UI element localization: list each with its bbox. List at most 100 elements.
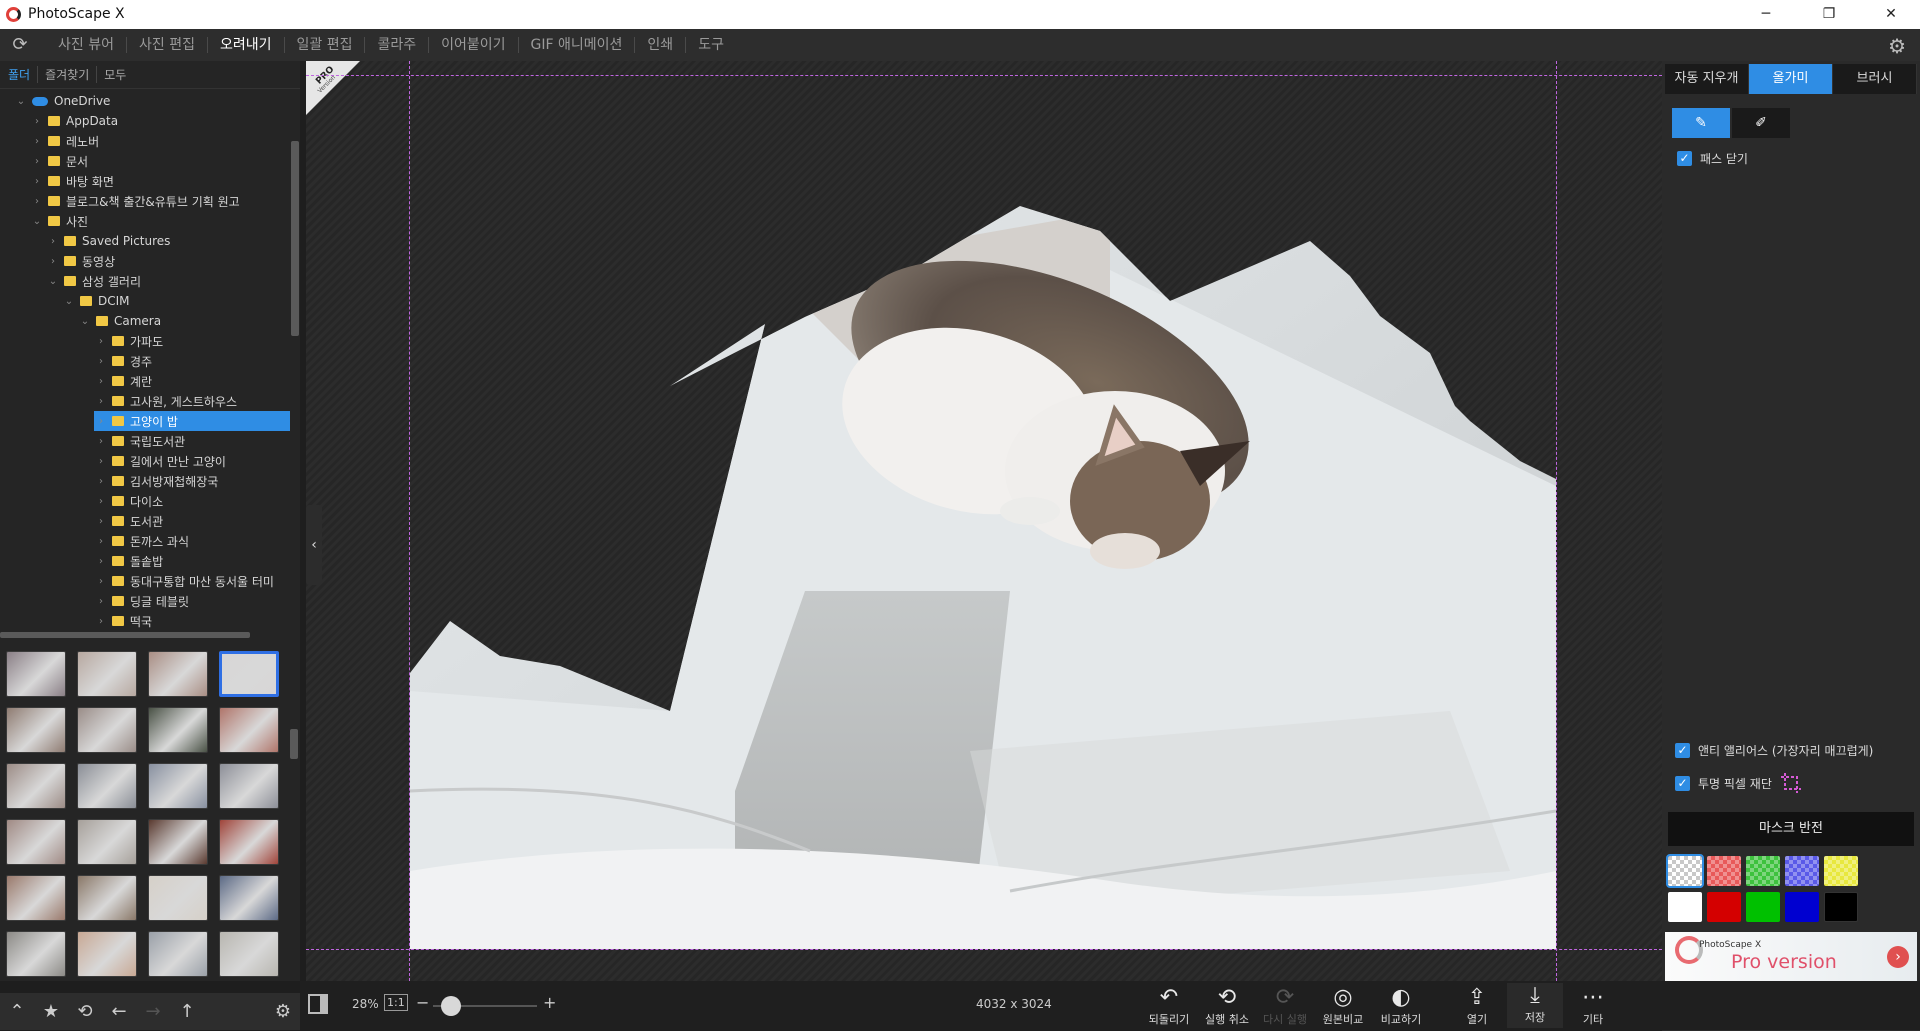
tree-node[interactable]: › 돌솥밥: [0, 551, 290, 571]
minimize-button[interactable]: ─: [1743, 0, 1789, 29]
photo-thumbnail[interactable]: [77, 763, 137, 809]
actual-size-button[interactable]: 1:1: [384, 994, 408, 1011]
action-button[interactable]: ↶ 되돌리기: [1141, 985, 1197, 1027]
chevron-right-icon[interactable]: ›: [30, 156, 44, 167]
photo-thumbnail[interactable]: [77, 707, 137, 753]
photo-thumbnail[interactable]: [219, 819, 279, 865]
chevron-right-icon[interactable]: ›: [94, 496, 108, 507]
menu-tab[interactable]: 오려내기: [208, 37, 285, 53]
chevron-right-icon[interactable]: ›: [30, 136, 44, 147]
favorite-star-icon[interactable]: ★: [34, 1001, 68, 1022]
chevron-right-icon[interactable]: ›: [94, 536, 108, 547]
background-swatch[interactable]: [1707, 856, 1741, 886]
tree-node[interactable]: › 길에서 만난 고양이: [0, 451, 290, 471]
photo-thumbnail[interactable]: [219, 875, 279, 921]
photo-thumbnail[interactable]: [148, 707, 208, 753]
photo-thumbnail[interactable]: [77, 875, 137, 921]
tree-vertical-scrollbar[interactable]: [291, 141, 299, 336]
menu-tab[interactable]: 이어붙이기: [429, 37, 519, 53]
tree-node[interactable]: ⌄ 사진: [0, 211, 290, 231]
tree-node[interactable]: › 다이소: [0, 491, 290, 511]
background-swatch[interactable]: [1824, 892, 1858, 922]
chevron-right-icon[interactable]: ›: [94, 356, 108, 367]
menu-tab[interactable]: 사진 뷰어: [46, 37, 127, 53]
tree-node[interactable]: › 김서방재첩해장국: [0, 471, 290, 491]
home-icon[interactable]: ⟳: [8, 34, 32, 56]
photo-thumbnail[interactable]: [6, 819, 66, 865]
tree-node[interactable]: ⌄ 삼성 갤러리: [0, 271, 290, 291]
menu-tab[interactable]: GIF 애니메이션: [519, 37, 636, 53]
brush-add-icon[interactable]: ✎: [1672, 108, 1730, 138]
tree-node[interactable]: › AppData: [0, 111, 290, 131]
chevron-down-icon[interactable]: ⌄: [62, 296, 76, 307]
photo-thumbnail[interactable]: [6, 875, 66, 921]
chevron-right-icon[interactable]: ›: [94, 336, 108, 347]
chevron-right-icon[interactable]: ›: [94, 476, 108, 487]
menu-tab[interactable]: 콜라주: [365, 37, 430, 53]
cutout-photo[interactable]: [410, 91, 1556, 949]
photo-thumbnail[interactable]: [148, 931, 208, 977]
zoom-out-icon[interactable]: −: [416, 993, 429, 1012]
photo-thumbnail[interactable]: [77, 819, 137, 865]
menu-tab[interactable]: 일괄 편집: [285, 37, 366, 53]
background-swatch[interactable]: [1746, 892, 1780, 922]
back-arrow-icon[interactable]: ←: [102, 1001, 136, 1022]
action-button[interactable]: ◎ 원본비교: [1315, 985, 1371, 1027]
chevron-right-icon[interactable]: ›: [30, 176, 44, 187]
menu-tab[interactable]: 인쇄: [635, 37, 687, 53]
chevron-right-icon[interactable]: ›: [30, 116, 44, 127]
background-swatch[interactable]: [1824, 856, 1858, 886]
tree-node[interactable]: ⌄ OneDrive: [0, 91, 290, 111]
chevron-right-icon[interactable]: ›: [94, 456, 108, 467]
tree-node[interactable]: ⌄ Camera: [0, 311, 290, 331]
tree-node[interactable]: › 경주: [0, 351, 290, 371]
thumbnail-scrollbar[interactable]: [290, 729, 298, 759]
tree-node[interactable]: › 국립도서관: [0, 431, 290, 451]
chevron-down-icon[interactable]: ⌄: [78, 316, 92, 327]
brush-erase-icon[interactable]: ✐: [1732, 108, 1790, 138]
photo-thumbnail[interactable]: [219, 763, 279, 809]
chevron-right-icon[interactable]: ›: [94, 576, 108, 587]
mode-tab[interactable]: 올가미: [1749, 64, 1833, 94]
trim-transparent-checkbox[interactable]: ✓ 투명 픽셀 재단: [1675, 772, 1802, 794]
edit-canvas[interactable]: PRO Version: [306, 61, 1662, 981]
pro-version-banner[interactable]: PhotoScape X Pro version ›: [1665, 932, 1917, 982]
background-swatch[interactable]: [1707, 892, 1741, 922]
chevron-right-icon[interactable]: ›: [94, 436, 108, 447]
chevron-right-icon[interactable]: ›: [30, 196, 44, 207]
chevron-right-icon[interactable]: ›: [46, 236, 60, 247]
action-button[interactable]: ◐ 비교하기: [1373, 985, 1429, 1027]
photo-thumbnail[interactable]: [148, 763, 208, 809]
chevron-right-icon[interactable]: ›: [94, 416, 108, 427]
menu-tab[interactable]: 사진 편집: [127, 37, 208, 53]
tree-node[interactable]: › 문서: [0, 151, 290, 171]
fit-view-icon[interactable]: [308, 994, 328, 1014]
photo-thumbnail[interactable]: [6, 651, 66, 697]
left-panel-tab[interactable]: 모두: [97, 66, 133, 83]
antialias-checkbox[interactable]: ✓ 앤티 앨리어스 (가장자리 매끄럽게): [1675, 742, 1873, 759]
chevron-right-icon[interactable]: ›: [94, 516, 108, 527]
photo-thumbnail[interactable]: [148, 875, 208, 921]
chevron-right-icon[interactable]: ›: [94, 376, 108, 387]
tree-node[interactable]: › 블로그&책 출간&유튜브 기획 원고: [0, 191, 290, 211]
mask-invert-button[interactable]: 마스크 반전: [1668, 812, 1914, 846]
action-button[interactable]: ⇪ 열기: [1449, 985, 1505, 1027]
action-button[interactable]: ⤓ 저장: [1507, 983, 1563, 1028]
mode-tab[interactable]: 브러시: [1833, 64, 1917, 94]
tree-node[interactable]: › Saved Pictures: [0, 231, 290, 251]
tree-node[interactable]: › 돈까스 과식: [0, 531, 290, 551]
chevron-right-icon[interactable]: ›: [94, 556, 108, 567]
close-path-checkbox[interactable]: ✓ 패스 닫기: [1677, 150, 1748, 167]
zoom-slider-thumb[interactable]: [441, 996, 462, 1016]
background-swatch[interactable]: [1668, 892, 1702, 922]
chevron-right-icon[interactable]: ›: [94, 596, 108, 607]
left-panel-tab[interactable]: 폴더: [8, 66, 39, 83]
thumbnail-settings-icon[interactable]: ⚙: [266, 1001, 300, 1022]
photo-thumbnail[interactable]: [219, 651, 279, 697]
background-swatch[interactable]: [1785, 892, 1819, 922]
photo-thumbnail[interactable]: [148, 819, 208, 865]
tree-node[interactable]: ⌄ DCIM: [0, 291, 290, 311]
refresh-icon[interactable]: ⟲: [68, 1001, 102, 1022]
tree-node[interactable]: › 도서관: [0, 511, 290, 531]
background-swatch[interactable]: [1746, 856, 1780, 886]
